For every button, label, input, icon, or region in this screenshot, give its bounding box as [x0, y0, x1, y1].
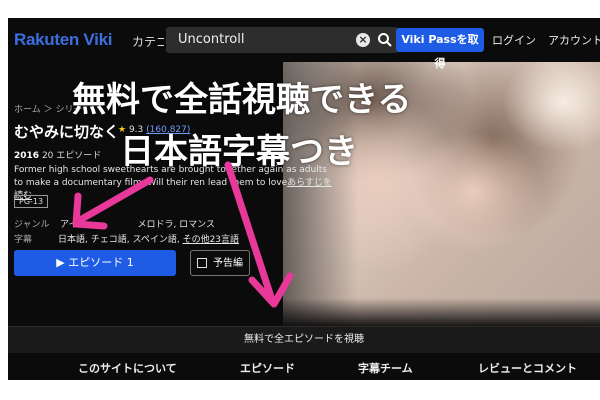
description-text-tail: n lead them to love	[199, 178, 288, 188]
clear-search-icon[interactable]: ×	[356, 33, 370, 47]
logo-viki: Viki	[83, 30, 113, 49]
genre-value-head[interactable]: アイド	[60, 220, 87, 230]
tab-reviews[interactable]: レビューとコメント	[478, 360, 577, 376]
subtitles-value: 日本語, チェコ語, スペイン語, その他23言語	[58, 232, 239, 245]
show-year: 2016	[14, 151, 40, 161]
search-input[interactable]: Uncontroll	[178, 32, 244, 47]
play-episode-1-button[interactable]: ▶ エピソード 1	[14, 250, 176, 276]
age-rating-badge: PG-13	[14, 195, 49, 208]
tab-about[interactable]: このサイトについて	[78, 360, 177, 376]
category-menu[interactable]: カテゴ	[132, 33, 164, 50]
trailer-label: 予告編	[213, 258, 243, 269]
episode-count: 20 エピソード	[41, 151, 102, 161]
genre-value-tail[interactable]: メロドラ, ロマンス	[137, 220, 215, 230]
account-link[interactable]: アカウントを	[548, 32, 600, 48]
film-icon	[197, 258, 207, 268]
overlay-headline-2: 日本語字幕つき	[120, 132, 358, 172]
rakuten-viki-logo[interactable]: Rakuten Viki	[14, 30, 112, 50]
top-navigation: Rakuten Viki カテゴ Uncontroll × Viki Passを…	[8, 18, 600, 70]
subtitles-list: 日本語, チェコ語, スペイン語,	[58, 235, 180, 245]
subtitles-label: 字幕	[14, 235, 33, 245]
search-box[interactable]: Uncontroll ×	[166, 27, 398, 53]
show-meta: 2016 20 エピソード	[14, 148, 101, 161]
hero-bottom-fade	[8, 298, 600, 328]
watch-all-free-bar[interactable]: 無料で全エピソードを視聴	[8, 326, 600, 353]
viki-pass-button[interactable]: Viki Passを取得	[396, 28, 484, 70]
tab-episodes[interactable]: エピソード	[240, 360, 295, 376]
logo-rakuten: Rakuten	[14, 30, 79, 49]
show-title: むやみに切なく	[14, 123, 120, 141]
genre-label: ジャンル	[14, 220, 50, 230]
genre-value: アイド メロドラ, ロマンス	[60, 217, 215, 230]
login-link[interactable]: ログイン	[492, 32, 536, 48]
overlay-headline-1: 無料で全話視聴できる	[72, 80, 412, 120]
tab-subtitle-team[interactable]: 字幕チーム	[358, 360, 413, 376]
trailer-button[interactable]: 予告編	[190, 250, 250, 276]
subtitles-more-link[interactable]: その他23言語	[183, 235, 239, 245]
tab-bar: このサイトについて エピソード 字幕チーム レビューとコメント	[8, 354, 600, 380]
search-icon[interactable]	[377, 32, 393, 48]
